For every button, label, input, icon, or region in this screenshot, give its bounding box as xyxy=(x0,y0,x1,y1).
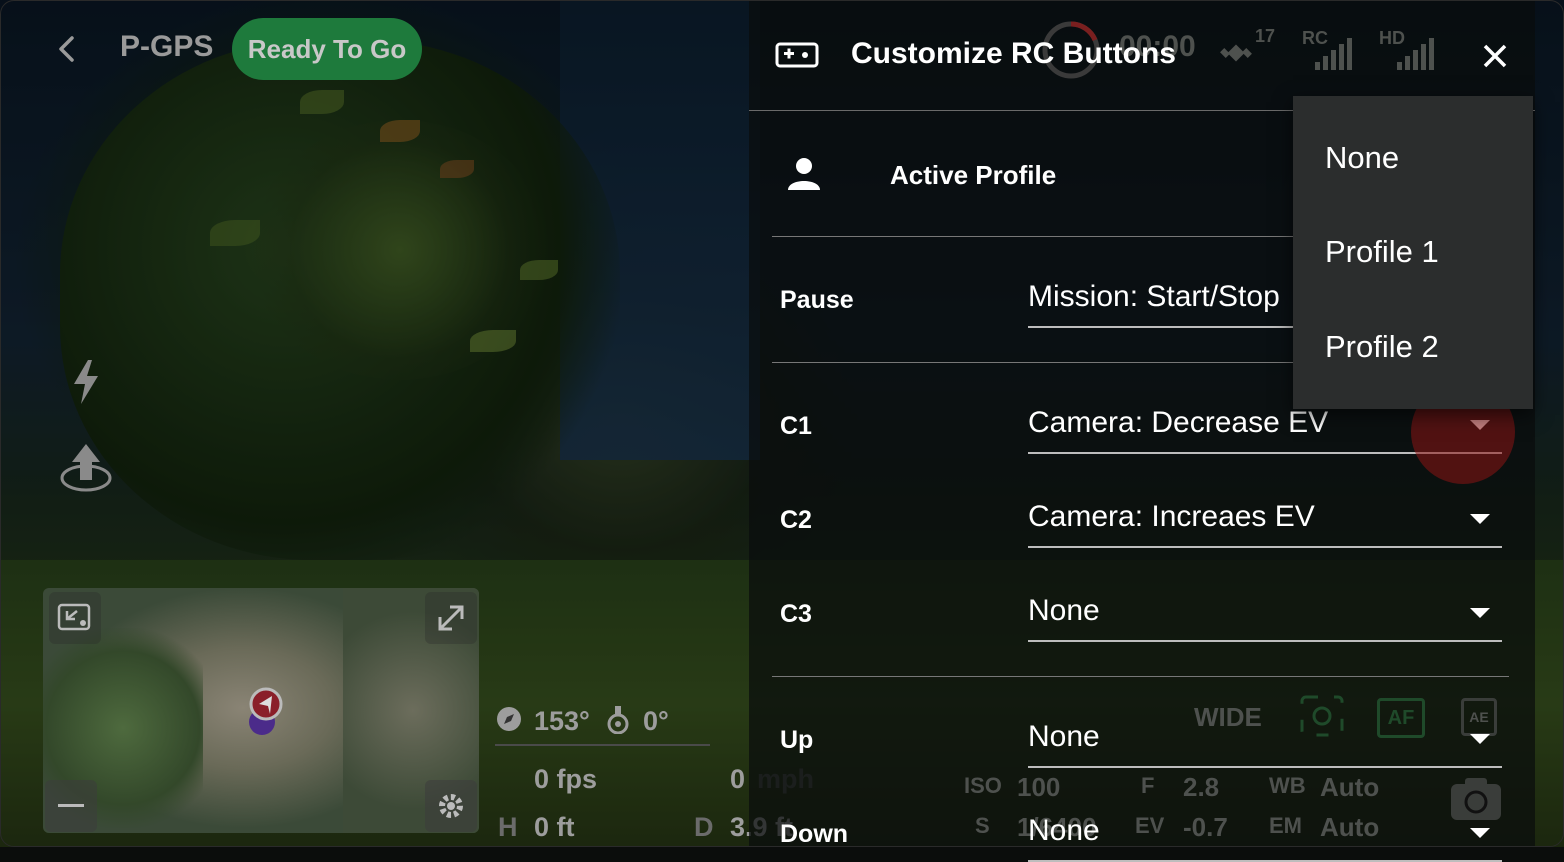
chevron-down-icon xyxy=(1470,828,1490,838)
pause-action-select[interactable]: Mission: Start/Stop xyxy=(1028,274,1294,328)
fps-value: 0 fps xyxy=(534,764,598,794)
up-action-value: None xyxy=(1028,720,1100,753)
c3-action-select[interactable]: None xyxy=(1028,588,1502,642)
wb-value: Auto xyxy=(1320,772,1380,802)
dropdown-option-profile-1[interactable]: Profile 1 xyxy=(1325,234,1439,270)
gimbal-value: 0° xyxy=(643,706,669,736)
telemetry-divider xyxy=(495,744,710,746)
c1-action-value: Camera: Decrease EV xyxy=(1028,406,1329,439)
up-button-label: Up xyxy=(780,726,814,754)
iso-value: 100 xyxy=(1017,772,1061,802)
chevron-down-icon xyxy=(1470,734,1490,744)
drone-location-marker xyxy=(245,684,287,736)
height-label: H xyxy=(498,812,518,842)
gimbal-icon xyxy=(606,704,630,741)
down-action-select[interactable]: None xyxy=(1028,808,1502,862)
gear-icon[interactable] xyxy=(425,780,477,832)
chevron-down-icon xyxy=(1470,608,1490,618)
c3-button-label: C3 xyxy=(780,600,812,628)
down-button-label: Down xyxy=(780,820,849,848)
chevron-left-icon[interactable] xyxy=(52,34,82,64)
height-value: 0 ft xyxy=(534,812,575,842)
c2-action-select[interactable]: Camera: Increaes EV xyxy=(1028,494,1502,548)
active-profile-label: Active Profile xyxy=(890,160,1057,190)
takeoff-icon[interactable] xyxy=(58,440,114,501)
divider xyxy=(772,362,1312,363)
flight-mode[interactable]: P-GPS xyxy=(120,30,213,64)
divider xyxy=(772,676,1509,677)
dropdown-option-none[interactable]: None xyxy=(1325,140,1399,176)
heading-value: 153° xyxy=(534,706,590,736)
c3-action-value: None xyxy=(1028,594,1100,627)
profile-dropdown-menu[interactable]: None Profile 1 Profile 2 xyxy=(1293,96,1533,409)
ready-status-badge[interactable]: Ready To Go xyxy=(232,18,422,80)
panel-title: Customize RC Buttons xyxy=(851,37,1176,70)
pause-action-value: Mission: Start/Stop xyxy=(1028,280,1280,313)
c2-button-label: C2 xyxy=(780,506,812,534)
c2-action-value: Camera: Increaes EV xyxy=(1028,500,1315,533)
dropdown-option-profile-2[interactable]: Profile 2 xyxy=(1325,329,1439,365)
down-action-value: None xyxy=(1028,814,1100,847)
aperture-value: 2.8 xyxy=(1183,772,1220,802)
up-action-select[interactable]: None xyxy=(1028,714,1502,768)
shutter-label: S xyxy=(975,813,990,838)
close-icon[interactable] xyxy=(1479,40,1511,72)
pause-button-label: Pause xyxy=(780,286,854,314)
person-icon xyxy=(786,156,822,192)
panel-header: Customize RC Buttons xyxy=(749,0,1535,111)
flash-icon[interactable] xyxy=(70,358,102,411)
wb-label: WB xyxy=(1269,773,1306,798)
status-bar: P-GPS Ready To Go xyxy=(0,0,750,100)
speed-value: 0 xyxy=(730,764,746,794)
expand-icon[interactable] xyxy=(425,592,477,644)
divider xyxy=(772,236,1312,237)
aperture-label: F xyxy=(1141,773,1155,798)
iso-label: ISO xyxy=(964,773,1002,798)
picture-in-picture-icon[interactable] xyxy=(49,592,101,644)
compass-icon xyxy=(496,706,522,739)
c1-button-label: C1 xyxy=(780,412,812,440)
zoom-out-icon[interactable] xyxy=(45,780,97,832)
remote-controller-icon xyxy=(775,42,819,70)
distance-label: D xyxy=(694,812,714,842)
ready-status-label: Ready To Go xyxy=(247,33,407,64)
chevron-down-icon xyxy=(1470,514,1490,524)
